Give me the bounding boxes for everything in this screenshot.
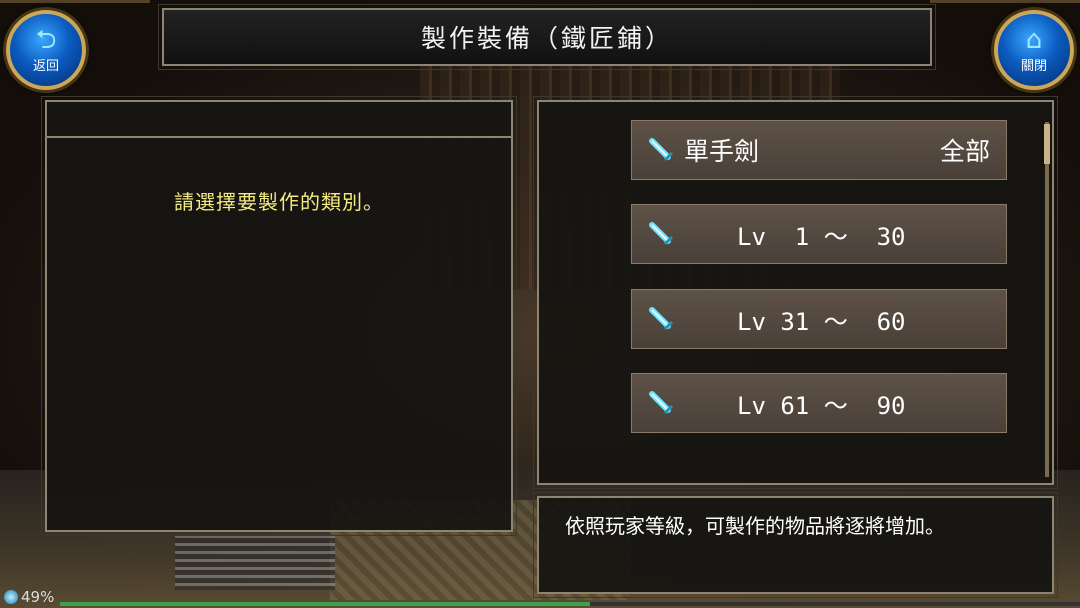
category-prompt: 請選擇要製作的類別。 [174,190,384,214]
panel-divider [47,136,511,138]
level-range-label: Lv 61 ～ 90 [737,391,906,420]
close-button-label: 關閉 [1020,58,1047,74]
level-range-label: Lv 31 ～ 60 [737,307,906,336]
back-arrow-icon: ⮌ [35,24,57,55]
level-range-button-3[interactable]: Lv 61 ～ 90 [631,373,1007,433]
category-header-button[interactable]: 單手劍 全部 [631,120,1007,180]
scrollbar[interactable] [1045,122,1049,477]
battery-icon [4,590,18,604]
category-filter: 全部 [939,137,990,166]
background-grate [175,535,335,590]
title-bar: 製作裝備（鐵匠鋪） [158,4,936,70]
sword-icon [649,138,674,162]
level-range-button-1[interactable]: Lv 1 ～ 30 [631,204,1007,264]
page-title: 製作裝備（鐵匠鋪） [420,24,673,53]
loading-bar-fill [60,602,591,606]
back-button-label: 返回 [32,58,59,74]
close-button[interactable]: ⌂ 關閉 [994,10,1074,90]
back-button[interactable]: ⮌ 返回 [6,10,86,90]
level-range-label: Lv 1 ～ 30 [737,222,906,251]
level-range-button-2[interactable]: Lv 31 ～ 60 [631,289,1007,349]
sword-icon [649,222,674,246]
sword-icon [649,391,674,415]
battery-percent: 49% [21,588,55,606]
category-name: 單手劍 [684,137,760,166]
category-prompt-panel: 請選擇要製作的類別。 [41,96,517,536]
category-list-panel: 單手劍 全部 Lv 1 ～ 30 Lv 31 ～ 60 Lv 61 ～ 90 [533,96,1058,489]
scrollbar-thumb[interactable] [1044,124,1050,164]
sword-icon [649,307,674,331]
home-icon: ⌂ [1025,24,1043,55]
battery-indicator: 49% [4,588,54,606]
description-panel: 依照玩家等級，可製作的物品將逐將增加。 [533,492,1058,598]
loading-bar [60,602,1080,606]
description-text: 依照玩家等級，可製作的物品將逐將增加。 [565,514,945,538]
